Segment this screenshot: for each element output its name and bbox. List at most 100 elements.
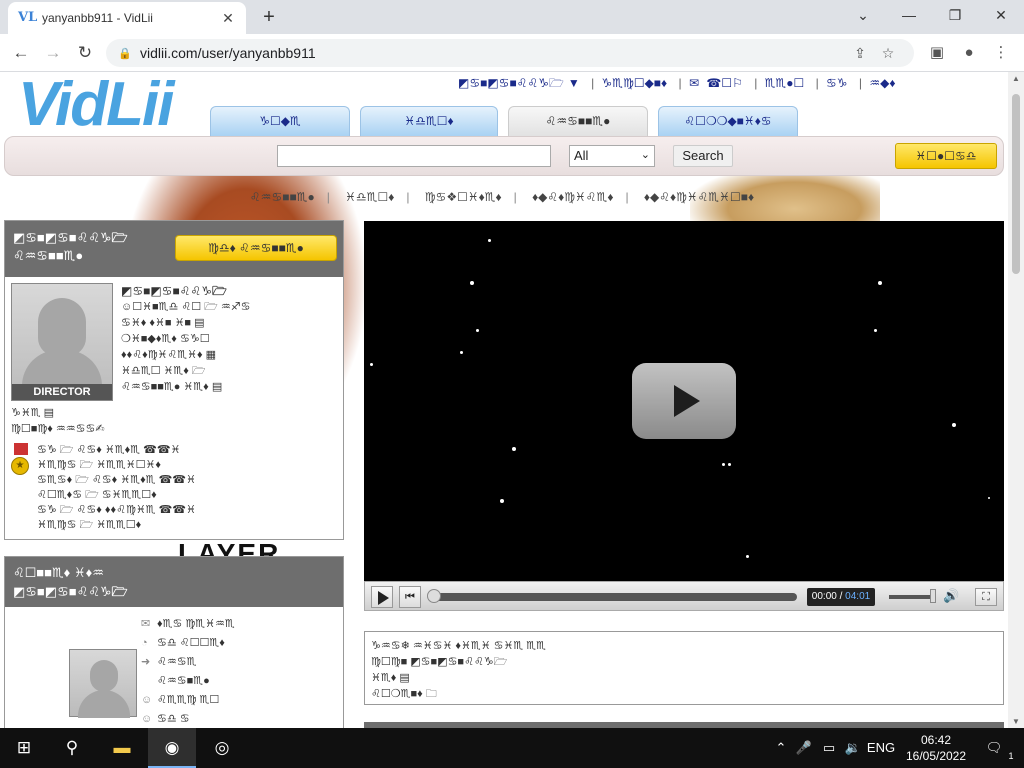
star-dot [722,463,725,466]
speaker-icon[interactable]: 🔊 [943,588,959,604]
progress-handle[interactable] [427,589,441,603]
video-title: ♑♒♋❄ ♒♓♋♓ ♦♓♏♓ ♋♓♏ ♏♏ [371,640,546,652]
star-dot [500,499,504,503]
video-player[interactable] [364,221,1004,581]
player-controls: ⏮ 00:00 / 04:01 🔊 ⛶ [364,581,1004,611]
connect-link[interactable]: ♌♒♋■♏● [141,672,341,691]
play-icon [674,385,700,417]
forward-arrow-icon[interactable]: → [40,40,66,66]
awards-list: ♋♑ 🗁 ♌♋♦ ♓♏♦♏ ☎☎♓ ♓♏♍♋ 🗁 ♓♏♏♓☐♓♦ ♋♏♋♦ 🗁 … [37,443,341,533]
scrollbar-thumb[interactable] [1012,94,1020,274]
new-tab-icon[interactable]: + [256,6,282,28]
comment-icon: ◔ [141,637,148,649]
reload-icon[interactable]: ↻ [72,40,98,66]
connect-link[interactable]: ✉ ♦♏♋ ♍♏♓♒♏ [141,615,341,634]
subnav-favorites[interactable]: ♍♋❖☐♓♦♏♦ [425,190,502,204]
profile-extra-line: ♑♓♏ ▤ [11,407,55,419]
close-window-icon[interactable]: ✕ [978,0,1024,30]
file-explorer-icon[interactable]: ▬ [98,728,146,768]
chrome-icon[interactable]: ◉ [148,728,196,768]
play-overlay-button[interactable] [632,363,736,439]
minimize-icon[interactable]: — [886,0,932,30]
profile-box: ◩♋■◩♋■♌♌♑🗁 ♌♒♋■■♏● ♍♎♦ ♌♒♋■■♏● DIRECTOR … [4,220,344,540]
star-dot [874,329,877,332]
upload-button[interactable]: ♓☐●☐♋♎ [895,143,997,169]
scroll-up-icon[interactable]: ▲ [1008,74,1024,83]
star-dot [746,555,749,558]
obs-icon[interactable]: ◎ [198,728,246,768]
search-category-value: All [574,148,589,163]
star-dot [952,423,956,427]
star-icon[interactable]: ☆ [874,45,902,62]
award-line: ♋♑ 🗁 ♌♋♦ ♦♦♌♍♓♏ ☎☎♓ [37,504,196,516]
vidlii-logo[interactable]: VidLii [18,72,188,138]
connect-link[interactable]: ☺ ♌♏♏♍ ♏☐ [141,691,341,710]
language-indicator[interactable]: ENG [866,728,896,768]
url-text[interactable]: vidlii.com/user/yanyanbb911 [140,45,846,61]
tab-home[interactable]: ♑☐◆♏ [210,106,350,136]
avatar[interactable] [69,649,137,718]
top-link-settings[interactable]: ♋♑ [826,76,848,90]
back-arrow-icon[interactable]: ← [8,40,34,66]
play-button[interactable] [371,586,393,608]
restore-icon[interactable]: ❐ [932,0,978,30]
top-link-contacts[interactable]: ☎☐⚐ [706,76,742,90]
tab-community[interactable]: ♌☐❍❍◆■♓♦♋ [658,106,798,136]
fullscreen-icon[interactable]: ⛶ [975,588,997,606]
close-tab-icon[interactable]: ✕ [220,10,236,26]
page-scrollbar[interactable]: ▲ ▼ [1008,72,1024,728]
top-link-username[interactable]: ◩♋■◩♋■♌♌♑🗁 [458,76,564,90]
profile-line: ♦♦♌♦♍♓♌♏♓♦ ▦ [121,349,217,361]
browser-tab[interactable]: VL yanyanbb911 - VidLii ✕ [8,2,246,34]
subnav-subscribers[interactable]: ♦◆♌♦♍♓♌♏♦ [532,190,613,204]
role-badge: DIRECTOR [12,384,112,400]
search-input[interactable] [277,145,551,167]
award-line: ♓♏♍♋ 🗁 ♓♏♏☐♦ [37,519,142,531]
top-link-help[interactable]: ♏♏●☐ [765,76,805,90]
award-line: ♓♏♍♋ 🗁 ♓♏♏♓☐♓♦ [37,459,161,471]
tab-channels[interactable]: ♌♒♋■■♏● [508,106,648,136]
side-panel-icon[interactable]: ▣ [924,40,950,66]
top-link-messages[interactable]: ♑♏♍☐◆■♦ [602,76,668,90]
subnav-channel[interactable]: ♌♒♋■■♏● [250,190,315,204]
connect-link[interactable]: ☺ ♋♎ ♋ [141,710,341,728]
lock-icon[interactable]: 🔒 [118,47,132,60]
subnav-videos[interactable]: ♓♎♏☐♦ [345,190,394,204]
tray-chevron-up-icon[interactable]: ⌃ [770,728,792,768]
microphone-icon[interactable]: 🎤 [794,728,814,768]
search-category-select[interactable]: All ⌄ [569,145,655,167]
channel-subnav: ♌♒♋■■♏● | ♓♎♏☐♦ | ♍♋❖☐♓♦♏♦ | ♦◆♌♦♍♓♌♏♦ | ♦◆♌… [249,190,755,204]
share-icon[interactable]: ⇪ [846,45,874,62]
top-link-signout[interactable]: ♒◆♦ [869,76,895,90]
clock[interactable]: 06:42 16/05/2022 [898,732,974,764]
profile-extra-line[interactable]: ♍☐■♍♦ ♒♒♋♋✍ [11,421,341,437]
search-icon[interactable]: ⚲ [48,728,96,768]
network-icon[interactable]: ▭ [818,728,840,768]
skip-back-icon[interactable]: ⏮ [399,586,421,608]
profile-icon[interactable]: ● [956,40,982,66]
connect-link[interactable]: ◔ ♋♎ ♌☐☐♏♦ [141,634,341,653]
kebab-menu-icon[interactable]: ⋮ [988,40,1014,66]
connect-link[interactable]: ➜ ♌♒♋♏ [141,653,341,672]
volume-handle[interactable] [930,589,937,603]
video-info-line: ♍☐♍■ ◩♋■◩♋■♌♌♑🗁 [371,656,508,668]
connect-box-header: ♌☐■■♏♦ ♓♦♒ ◩♋■◩♋■♌♌♑🗁 [5,557,343,607]
tab-search-icon[interactable]: ⌄ [840,0,886,30]
tab-title: yanyanbb911 - VidLii [42,11,153,25]
volume-icon[interactable]: 🔉 [842,728,864,768]
volume-track[interactable] [889,595,935,599]
star-dot [488,239,491,242]
progress-track[interactable] [431,593,797,601]
mail-icon: ✉ [141,618,151,630]
video-info-line: ♓♏♦ ▤ [371,672,410,684]
chevron-down-icon[interactable]: ▼ [568,76,580,90]
address-bar[interactable]: 🔒 vidlii.com/user/yanyanbb911 ⇪ ☆ [106,39,914,67]
scroll-down-icon[interactable]: ▼ [1008,717,1024,726]
windows-start-icon[interactable]: ⊞ [0,728,48,768]
search-button[interactable]: Search [673,145,733,167]
subscribe-button[interactable]: ♍♎♦ ♌♒♋■■♏● [175,235,337,261]
avatar[interactable]: DIRECTOR [11,283,113,401]
tab-videos[interactable]: ♓♎♏☐♦ [360,106,498,136]
star-dot [512,447,516,451]
subnav-subscriptions[interactable]: ♦◆♌♦♍♓♌♏♓☐■♦ [644,190,754,204]
